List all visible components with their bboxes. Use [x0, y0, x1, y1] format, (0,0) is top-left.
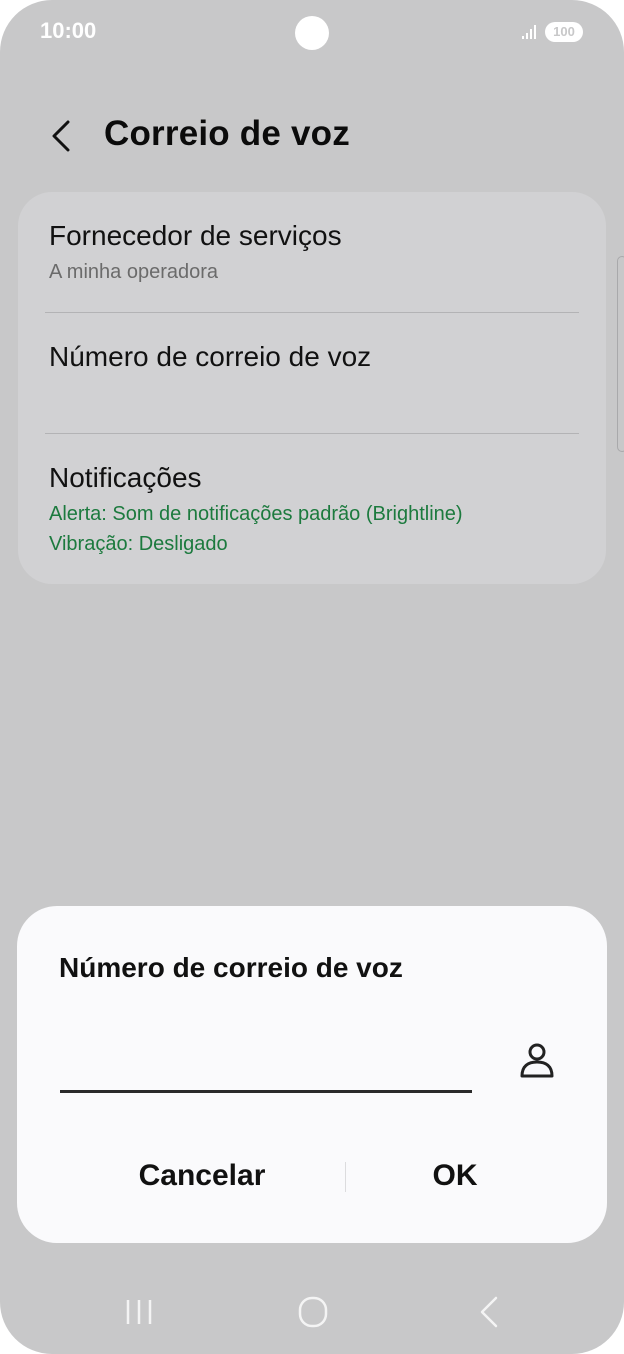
recent-apps-icon[interactable]: [120, 1290, 158, 1334]
notifications-item[interactable]: Notificações Alerta: Som de notificações…: [18, 434, 606, 584]
settings-card: Fornecedor de serviços A minha operadora…: [18, 192, 606, 584]
voicemail-number-input[interactable]: [60, 1044, 472, 1093]
service-provider-value: A minha operadora: [49, 261, 219, 283]
ok-button[interactable]: OK: [365, 1154, 545, 1198]
back-button[interactable]: [44, 116, 80, 156]
voicemail-number-title: Número de correio de voz: [49, 341, 372, 372]
page-title: Correio de voz: [104, 114, 350, 153]
button-separator: [345, 1162, 346, 1192]
status-time: 10:00: [40, 18, 97, 43]
notifications-title: Notificações: [49, 462, 202, 493]
phone-screen: 10:00 100 Correio de voz Fornecedor de s…: [0, 0, 624, 1354]
signal-bars-icon: [522, 25, 536, 39]
scrollbar[interactable]: [617, 256, 624, 452]
service-provider-title: Fornecedor de serviços: [49, 220, 342, 251]
person-icon[interactable]: [517, 1040, 557, 1080]
voicemail-number-dialog: Número de correio de voz Cancelar OK: [17, 906, 607, 1243]
camera-cutout: [295, 16, 329, 50]
notifications-alert: Alerta: Som de notificações padrão (Brig…: [49, 503, 463, 525]
service-provider-item[interactable]: Fornecedor de serviços A minha operadora: [18, 192, 606, 312]
voicemail-number-item[interactable]: Número de correio de voz: [18, 313, 606, 433]
battery-indicator: 100: [545, 22, 583, 42]
cancel-button[interactable]: Cancelar: [97, 1154, 307, 1198]
notifications-vibration: Vibração: Desligado: [49, 533, 228, 555]
back-icon[interactable]: [470, 1290, 508, 1334]
dialog-title: Número de correio de voz: [59, 952, 403, 983]
home-icon[interactable]: [292, 1290, 334, 1334]
